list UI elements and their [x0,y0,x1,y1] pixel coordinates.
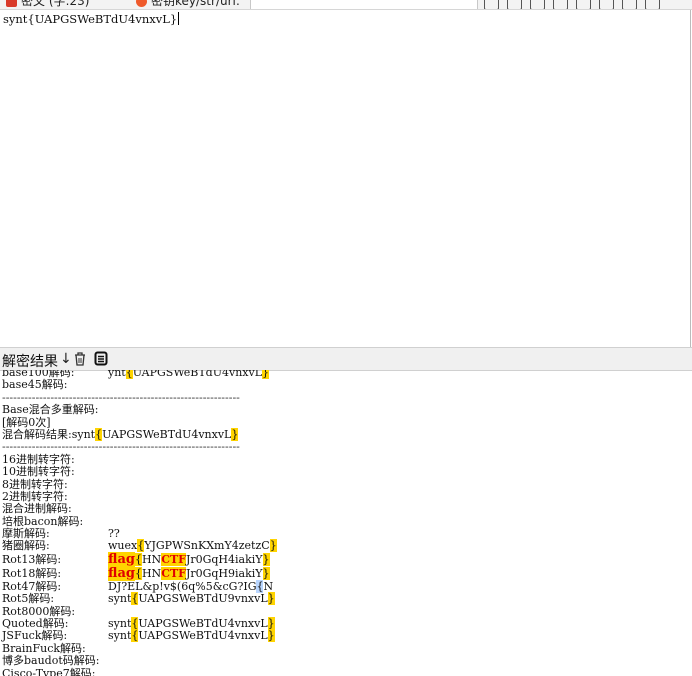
result-label: Rot18解码: [2,566,62,580]
result-row-pigpen: 猪圈解码: wuex{YJGPWSnKXmY4zetzC} [0,539,692,553]
result-row-hex16: 16进制转字符: [2,452,75,466]
result-row-baudot: 博多baudot码解码: [2,654,100,668]
result-value: flag{HNCTFJr0GqH4iakiY} [108,551,270,567]
export-icon[interactable] [645,0,660,9]
result-row-rot8000: Rot8000解码: [0,605,692,618]
cursor-icon[interactable] [484,0,499,9]
result-row-bacon: 培根bacon解码: [2,514,84,528]
result-label: 猪圈解码: [2,539,50,553]
input-right-border [690,10,691,347]
result-row-quoted: Quoted解码: synt{UAPGSWeBTdU4vnxvL} [0,617,692,631]
tab-key[interactable]: 密钥key/str/url: [136,0,240,9]
results-title: 解密结果 [2,354,58,370]
result-value: wuex{YJGPWSnKXmY4zetzC} [108,539,277,553]
cipher-icon [6,0,17,7]
result-row-hex10: 10进制转字符: [2,465,75,479]
mix-result-line: 混合解码结果:synt{UAPGSWeBTdU4vnxvL} [2,427,239,441]
result-row-base100: base100解码: ynt{UAPGSWeBTdU4vnxvL} [0,370,692,379]
arrow-down-icon[interactable]: ↓ [60,351,72,367]
result-value: synt{UAPGSWeBTdU9vnxvL} [108,592,275,606]
copy-icon[interactable] [599,0,614,9]
key-icon [136,0,147,7]
result-row-brainfuck: BrainFuck解码: [2,641,86,655]
ciphertext-value: synt{UAPGSWeBTdU4vnxvL} [3,12,180,26]
results-panel: base100解码: ynt{UAPGSWeBTdU4vnxvL} base45… [0,370,692,676]
result-label: base45解码: [2,378,68,392]
result-row-rot47: Rot47解码: DJ?EL&p!v$(6q%5&cG?IG{N [0,579,692,593]
tab-ciphertext[interactable]: 密文 (字:23) [6,0,90,9]
trash-icon[interactable] [73,351,87,370]
grid-icon[interactable] [553,0,568,9]
result-label: JSFuck解码: [2,629,68,643]
separator: ----------------------------------------… [2,441,240,454]
copy-icon[interactable] [94,351,108,370]
result-label: Rot13解码: [2,552,62,566]
result-value: ynt{UAPGSWeBTdU4vnxvL} [108,370,270,379]
result-value: synt{UAPGSWeBTdU4vnxvL} [108,629,275,643]
result-value: flag{HNCTFJr0GqH9iakiY} [108,565,270,581]
result-label: Rot5解码: [2,592,55,606]
result-row-hex2: 2进制转字符: [2,489,68,503]
ciphertext-input[interactable]: synt{UAPGSWeBTdU4vnxvL} [0,10,692,347]
result-row-base45: base45解码: [0,378,692,392]
results-header: 解密结果 ↓ [0,347,692,371]
toolbar-icons [484,0,668,9]
help-icon[interactable] [622,0,637,9]
image-icon[interactable] [530,0,545,9]
result-row-rot5: Rot5解码: synt{UAPGSWeBTdU9vnxvL} [0,592,692,606]
trash-icon[interactable] [507,0,522,9]
text-caret [178,12,180,25]
result-row-hex8: 8进制转字符: [2,477,68,491]
tab-ciphertext-label: 密文 (字:23) [21,0,90,8]
result-row-rot18: Rot18解码: flag{HNCTFJr0GqH9iakiY} [0,565,692,581]
mix-title: Base混合多重解码: [2,403,99,417]
result-row-jsfuck: JSFuck解码: synt{UAPGSWeBTdU4vnxvL} [0,629,692,643]
result-row-cisco: Cisco-Type7解码: [2,666,96,676]
result-row-rot13: Rot13解码: flag{HNCTFJr0GqH4iakiY} [0,551,692,567]
tab-key-label: 密钥key/str/url: [151,0,240,8]
top-toolbar: 密文 (字:23) 密钥key/str/url: [0,0,692,10]
puzzle-icon[interactable] [576,0,591,9]
result-row-morse: 摩斯解码: ?? [0,527,692,540]
mix-result: 混合解码结果:synt{UAPGSWeBTdU4vnxvL} [0,427,692,441]
key-input[interactable] [250,0,478,9]
result-row-mixed-radix: 混合进制解码: [2,502,72,516]
